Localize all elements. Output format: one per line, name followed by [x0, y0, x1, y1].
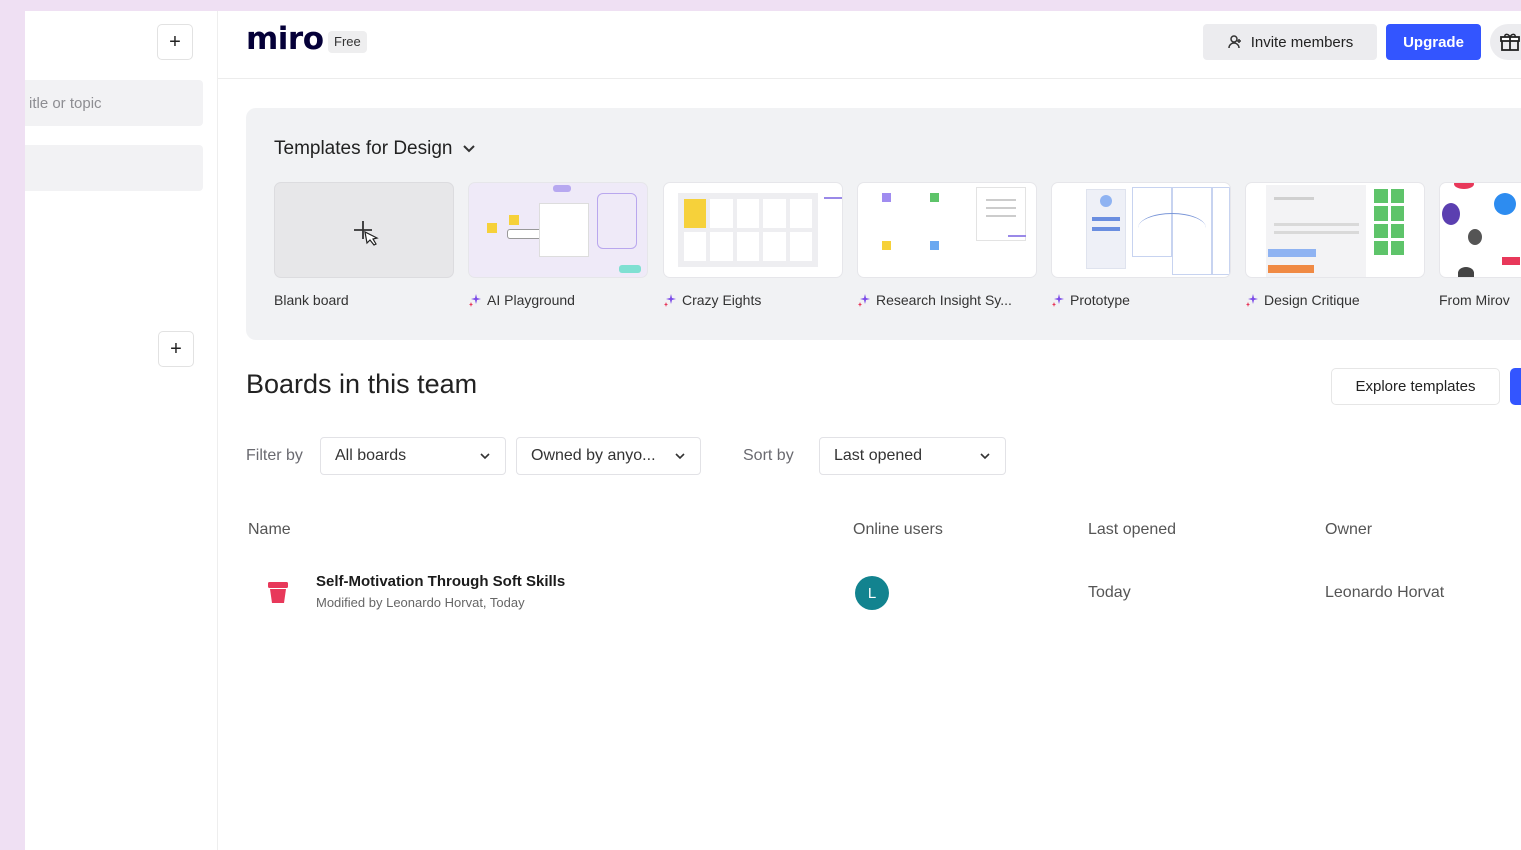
owner-value: Leonardo Horvat: [1325, 584, 1445, 601]
templates-category-dropdown[interactable]: Templates for Design: [274, 138, 476, 160]
template-label: Design Critique: [1245, 292, 1425, 308]
template-thumbnail[interactable]: [1439, 182, 1521, 278]
avatar[interactable]: L: [855, 576, 889, 610]
template-label: Research Insight Sy...: [857, 292, 1037, 308]
section-title: Boards in this team: [246, 369, 478, 399]
template-prototype[interactable]: Prototype: [1051, 182, 1231, 308]
template-thumbnail[interactable]: [1051, 182, 1231, 278]
filter-label: Filter by: [246, 447, 303, 464]
sidebar: + itle or topic +: [25, 11, 218, 850]
top-header: miro Free Invite members Upgrade: [218, 11, 1521, 79]
ai-sparkle-icon: [858, 294, 870, 307]
chevron-down-icon: [980, 453, 990, 460]
create-team-button[interactable]: +: [157, 24, 193, 60]
chevron-down-icon: [480, 453, 490, 460]
template-thumbnail[interactable]: [274, 182, 454, 278]
template-design-critique[interactable]: Design Critique: [1245, 182, 1425, 308]
sidebar-search-input[interactable]: itle or topic: [25, 80, 203, 126]
chevron-down-icon: [463, 145, 476, 153]
plan-badge: Free: [328, 31, 367, 53]
template-blank-board[interactable]: Blank board: [274, 182, 454, 308]
template-thumbnail[interactable]: [857, 182, 1037, 278]
last-opened-value: Today: [1088, 584, 1131, 601]
miro-logo[interactable]: miro: [246, 21, 324, 57]
board-icon: [268, 582, 288, 603]
invite-label: Invite members: [1250, 33, 1354, 51]
gift-button[interactable]: [1490, 24, 1521, 60]
template-crazy-eights[interactable]: Crazy Eights: [663, 182, 843, 308]
ai-sparkle-icon: [469, 294, 481, 307]
sort-label: Sort by: [743, 447, 794, 464]
sidebar-item-active[interactable]: [25, 145, 203, 191]
column-header-name[interactable]: Name: [248, 521, 291, 539]
template-label: From Mirov: [1439, 292, 1510, 308]
filter-owner-dropdown[interactable]: Owned by anyo...: [516, 437, 701, 475]
add-space-button[interactable]: +: [158, 331, 194, 367]
template-thumbnail[interactable]: [468, 182, 648, 278]
miro-app: + itle or topic + miro Free Invite membe…: [25, 11, 1521, 850]
sort-dropdown[interactable]: Last opened: [819, 437, 1006, 475]
search-placeholder: itle or topic: [29, 94, 102, 112]
ai-sparkle-icon: [1246, 294, 1258, 307]
template-label: Prototype: [1051, 292, 1231, 308]
gift-icon: [1500, 33, 1520, 51]
plus-icon: [354, 221, 379, 246]
templates-panel: Templates for Design Blank board AI Play…: [246, 108, 1521, 340]
column-header-owner[interactable]: Owner: [1325, 521, 1372, 539]
column-header-last-opened[interactable]: Last opened: [1088, 521, 1176, 539]
template-label: AI Playground: [468, 292, 648, 308]
template-research-insight[interactable]: Research Insight Sy...: [857, 182, 1037, 308]
template-thumbnail[interactable]: [1245, 182, 1425, 278]
upgrade-button[interactable]: Upgrade: [1386, 24, 1481, 60]
board-modified-meta: Modified by Leonardo Horvat, Today: [316, 595, 525, 610]
ai-sparkle-icon: [1052, 294, 1064, 307]
person-add-icon: [1227, 35, 1241, 49]
filter-boards-dropdown[interactable]: All boards: [320, 437, 506, 475]
explore-templates-button[interactable]: Explore templates: [1331, 368, 1500, 405]
board-name[interactable]: Self-Motivation Through Soft Skills: [316, 573, 565, 590]
ai-sparkle-icon: [664, 294, 676, 307]
template-label: Crazy Eights: [663, 292, 843, 308]
chevron-down-icon: [675, 453, 685, 460]
invite-members-button[interactable]: Invite members: [1203, 24, 1377, 60]
template-label: Blank board: [274, 292, 349, 308]
templates-heading: Templates for Design: [274, 138, 453, 159]
template-ai-playground[interactable]: AI Playground: [468, 182, 648, 308]
column-header-online-users: Online users: [853, 521, 943, 538]
template-thumbnail[interactable]: [663, 182, 843, 278]
template-miroverse[interactable]: From Mirov: [1439, 182, 1521, 308]
create-board-button[interactable]: [1510, 368, 1521, 405]
